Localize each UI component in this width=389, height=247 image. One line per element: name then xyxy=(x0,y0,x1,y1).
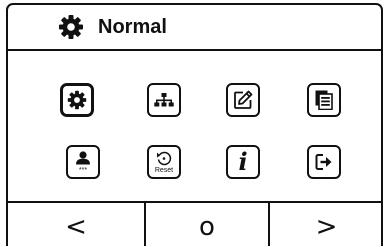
reset-label: Reset xyxy=(154,167,174,174)
edit-button[interactable] xyxy=(226,83,260,117)
reset-icon xyxy=(149,150,179,166)
user-icon xyxy=(68,151,98,165)
home-button[interactable]: o xyxy=(146,203,268,246)
network-tree-icon xyxy=(154,93,174,107)
bottom-nav: < o > xyxy=(8,201,381,246)
records-button[interactable] xyxy=(307,83,341,117)
document-list-icon xyxy=(315,90,333,110)
exit-button[interactable] xyxy=(307,145,341,179)
edit-icon xyxy=(233,90,253,110)
gear-icon xyxy=(58,14,84,40)
network-button[interactable] xyxy=(147,83,181,117)
password-mask-label: *** xyxy=(78,167,88,174)
user-password-button[interactable]: *** xyxy=(66,145,100,179)
settings-button[interactable] xyxy=(60,83,94,117)
gear-icon xyxy=(67,90,87,110)
page-title: Normal xyxy=(98,16,167,38)
prev-button[interactable]: < xyxy=(8,203,144,246)
menu-grid: *** Reset i xyxy=(8,51,381,201)
reset-button[interactable]: Reset xyxy=(147,145,181,179)
exit-icon xyxy=(315,153,333,171)
device-screen: Normal *** Reset i < o > xyxy=(0,0,389,247)
info-icon: i xyxy=(238,147,248,176)
next-button[interactable]: > xyxy=(270,203,381,246)
screen-frame: Normal *** Reset i < o > xyxy=(6,3,383,246)
title-bar: Normal xyxy=(8,5,381,51)
info-button[interactable]: i xyxy=(226,145,260,179)
